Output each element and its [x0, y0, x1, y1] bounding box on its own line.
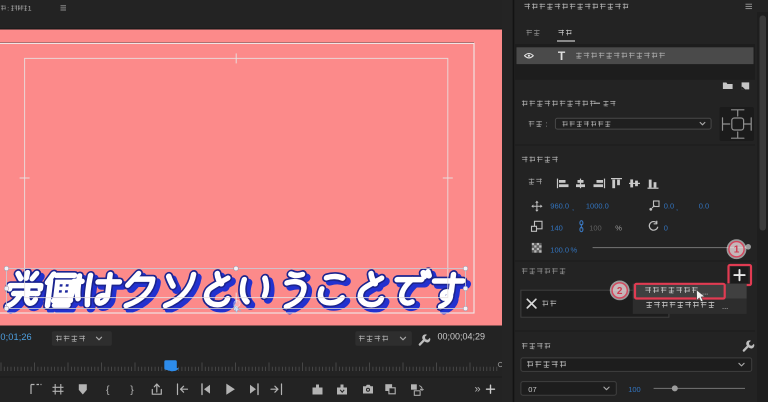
svg-text:100: 100	[628, 385, 641, 394]
svg-text:2: 2	[617, 286, 623, 297]
svg-text::: :	[546, 122, 548, 129]
svg-text:0.0: 0.0	[664, 201, 674, 210]
svg-text:100.0: 100.0	[550, 246, 569, 255]
svg-text:00;00;04;29: 00;00;04;29	[438, 332, 486, 342]
svg-text:,: ,	[676, 203, 678, 212]
svg-text:00;01;26: 00;01;26	[0, 332, 32, 342]
svg-text:}: }	[130, 384, 134, 396]
svg-text:140: 140	[550, 224, 563, 233]
svg-text:0: 0	[664, 224, 668, 233]
svg-text:960.0: 960.0	[550, 201, 569, 210]
svg-text:1: 1	[28, 6, 32, 13]
svg-text:1000.0: 1000.0	[586, 201, 609, 210]
svg-text:»: »	[474, 384, 480, 396]
svg-text:%: %	[615, 224, 622, 233]
svg-text:%: %	[571, 246, 578, 255]
svg-text:,: ,	[572, 203, 574, 212]
svg-text:0.0: 0.0	[699, 201, 709, 210]
svg-text:{: {	[106, 384, 110, 396]
svg-text:100: 100	[589, 224, 602, 233]
svg-text::: :	[7, 5, 9, 12]
svg-text:07: 07	[528, 385, 536, 394]
svg-text:T: T	[558, 49, 566, 63]
svg-text:...: ...	[722, 302, 728, 311]
svg-text:1: 1	[734, 245, 740, 256]
